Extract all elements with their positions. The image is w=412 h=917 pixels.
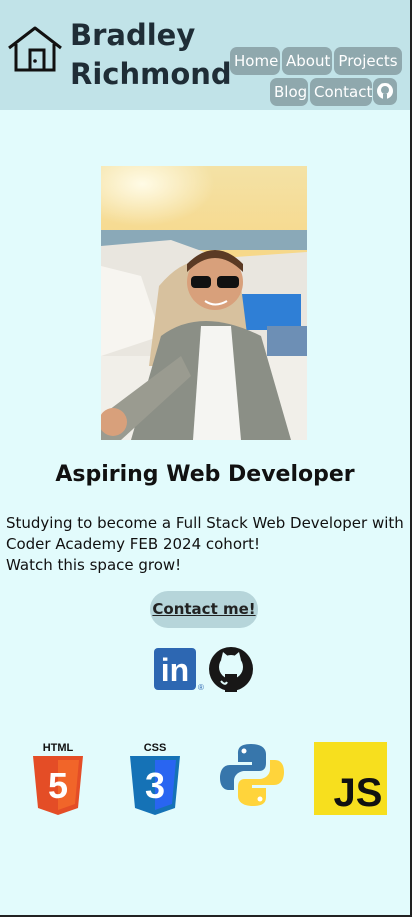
github-icon: [377, 83, 393, 100]
github-icon: [209, 647, 253, 692]
nav-blog[interactable]: Blog: [270, 78, 308, 106]
linkedin-link[interactable]: in ®: [154, 646, 206, 692]
site-title-line2: Richmond: [70, 57, 232, 91]
site-title[interactable]: Bradley Richmond: [70, 16, 232, 94]
site-header: Bradley Richmond Home About Projects Blo…: [0, 0, 410, 110]
html-number: 5: [48, 765, 68, 806]
site-title-line1: Bradley: [70, 18, 196, 52]
nav-contact[interactable]: Contact: [310, 78, 372, 106]
linkedin-mark: ®: [198, 683, 204, 692]
css-number: 3: [145, 765, 165, 806]
html5-logo: HTML 5: [32, 742, 84, 816]
nav-home[interactable]: Home: [230, 47, 280, 75]
js-label: JS: [334, 771, 383, 815]
linkedin-text: in: [161, 652, 189, 688]
github-link[interactable]: [208, 646, 254, 692]
linkedin-icon: in ®: [154, 648, 204, 692]
css-label: CSS: [144, 742, 167, 754]
profile-photo: [101, 166, 307, 440]
bio-line: Coder Academy FEB 2024 cohort!: [6, 535, 261, 553]
bio-line: Studying to become a Full Stack Web Deve…: [6, 514, 404, 532]
page-headline: Aspiring Web Developer: [55, 462, 355, 487]
house-icon[interactable]: [6, 24, 64, 74]
css3-logo: CSS 3: [129, 742, 181, 816]
bio-text: Studying to become a Full Stack Web Deve…: [6, 513, 406, 576]
javascript-logo: JS: [314, 742, 387, 815]
nav-projects[interactable]: Projects: [334, 47, 402, 75]
nav-about[interactable]: About: [282, 47, 332, 75]
contact-me-button[interactable]: Contact me!: [150, 591, 258, 628]
html-label: HTML: [43, 742, 74, 754]
python-logo: [220, 742, 284, 808]
nav-github-button[interactable]: [373, 78, 397, 105]
bio-line: Watch this space grow!: [6, 556, 182, 574]
